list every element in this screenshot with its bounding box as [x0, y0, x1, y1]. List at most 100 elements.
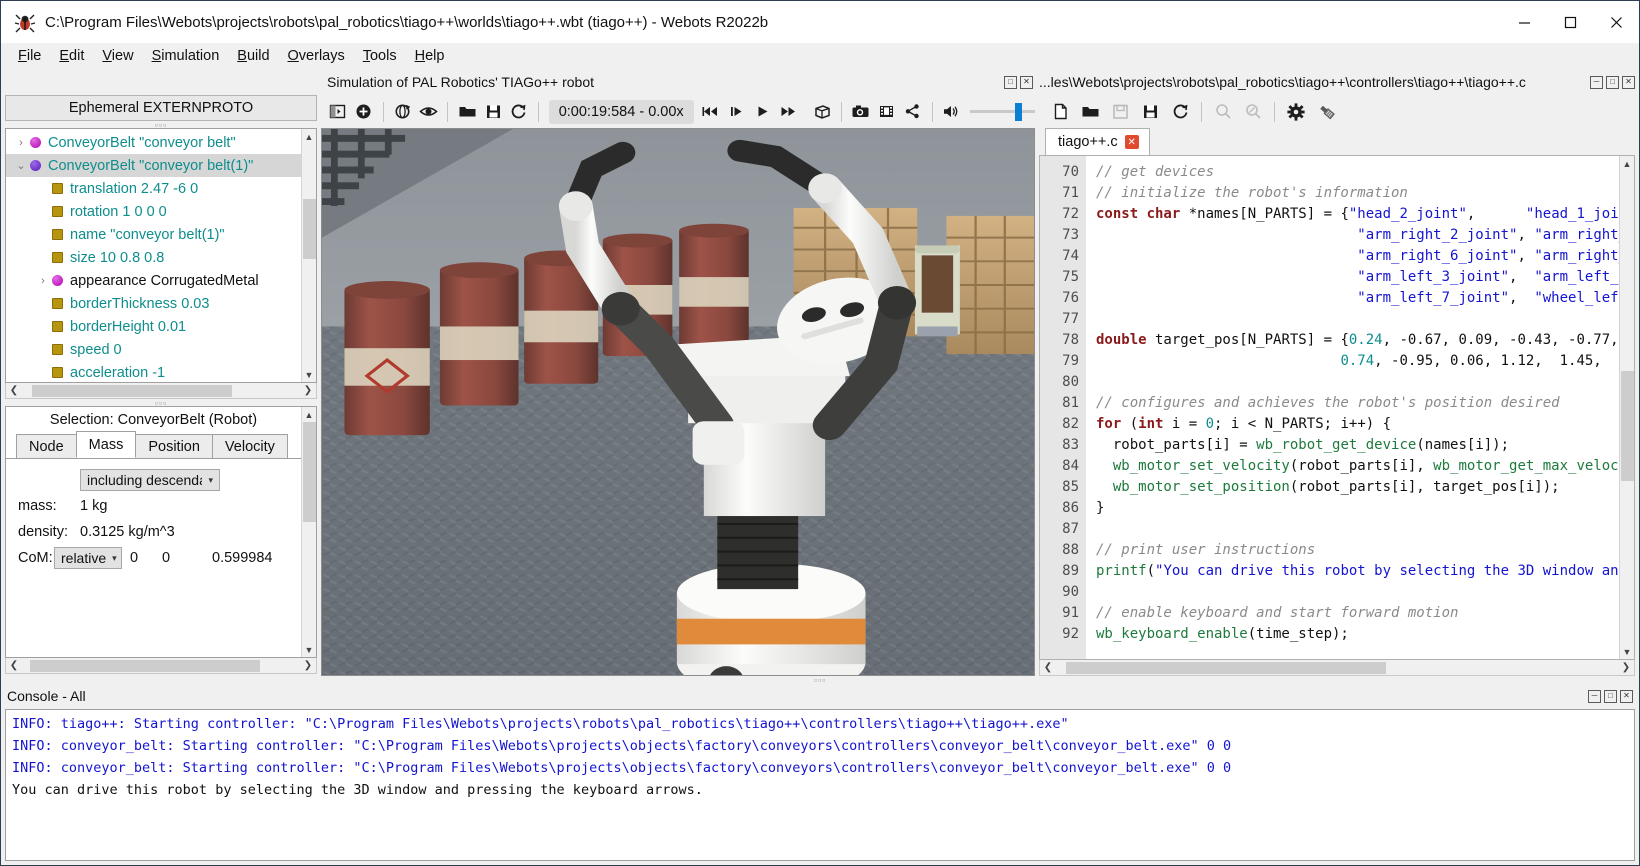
close-simulation-button[interactable]: ✕ — [1020, 75, 1033, 89]
tree-node[interactable]: ›borderHeight 0.01 — [6, 315, 301, 338]
scroll-left-icon[interactable]: ❮ — [6, 660, 22, 671]
new-file-icon[interactable] — [1045, 98, 1075, 126]
fast-forward-icon[interactable] — [775, 98, 801, 126]
minimize-editor-button[interactable]: ─ — [1590, 75, 1603, 89]
editor-vscrollbar[interactable]: ▲ ▼ — [1619, 156, 1634, 659]
menu-tools[interactable]: Tools — [354, 45, 406, 67]
splitter-grip-console[interactable]: ▫▫▫ — [1, 675, 1639, 685]
play-icon[interactable] — [749, 98, 775, 126]
selection-hscrollbar[interactable]: ❮ ❯ — [5, 658, 317, 674]
share-icon[interactable] — [900, 98, 926, 126]
sound-icon[interactable] — [938, 98, 964, 126]
chevron-right-icon[interactable]: › — [34, 275, 52, 287]
scroll-up-icon[interactable]: ▲ — [1620, 156, 1635, 171]
code-line[interactable] — [1096, 519, 1619, 540]
code-text[interactable]: // get devices// initialize the robot's … — [1086, 156, 1619, 659]
scene-tree-list[interactable]: › ConveyorBelt "conveyor belt" ⌄ ConveyorBe… — [6, 129, 301, 382]
menu-build[interactable]: Build — [228, 45, 278, 67]
scroll-left-icon[interactable]: ❮ — [1040, 662, 1056, 673]
tree-node[interactable]: ›name "conveyor belt(1)" — [6, 223, 301, 246]
settings-icon[interactable] — [1281, 98, 1311, 126]
volume-slider[interactable] — [970, 102, 1035, 122]
scroll-up-icon[interactable]: ▲ — [302, 129, 317, 144]
editor-hscroll-track[interactable] — [1056, 661, 1618, 675]
code-line[interactable]: wb_motor_set_position(robot_parts[i], ta… — [1096, 477, 1619, 498]
code-line[interactable]: // initialize the robot's information — [1096, 183, 1619, 204]
code-line[interactable]: printf("You can drive this robot by sele… — [1096, 561, 1619, 582]
editor-tab-tiago[interactable]: tiago++.c ✕ — [1045, 128, 1150, 155]
tree-node[interactable]: ›size 10 0.8 0.8 — [6, 246, 301, 269]
minimize-button[interactable] — [1501, 1, 1547, 43]
open-file-icon[interactable] — [1075, 98, 1105, 126]
step-icon[interactable] — [724, 98, 750, 126]
splitter-grip-selection[interactable]: ▫▫▫ — [1, 398, 321, 408]
camera-icon[interactable] — [848, 98, 874, 126]
tree-node[interactable]: ›acceleration -1 — [6, 361, 301, 382]
code-line[interactable]: // get devices — [1096, 162, 1619, 183]
scene-tree-vscrollbar[interactable]: ▲ ▼ — [301, 129, 316, 382]
scroll-down-icon[interactable]: ▼ — [1620, 644, 1635, 659]
render-icon[interactable] — [809, 98, 835, 126]
float-editor-button[interactable]: □ — [1606, 75, 1619, 89]
restore-viewpoint-icon[interactable] — [390, 98, 416, 126]
save-file-icon[interactable] — [1105, 98, 1135, 126]
reload-file-icon[interactable] — [1165, 98, 1195, 126]
scroll-right-icon[interactable]: ❯ — [1618, 662, 1634, 673]
code-line[interactable]: "arm_right_6_joint", "arm_right_ — [1096, 246, 1619, 267]
editor-vscroll-track[interactable] — [1620, 171, 1635, 644]
float-simulation-button[interactable]: □ — [1004, 75, 1017, 89]
menu-simulation[interactable]: Simulation — [143, 45, 229, 67]
save-world-icon[interactable] — [480, 98, 506, 126]
movie-icon[interactable] — [874, 98, 900, 126]
code-line[interactable]: 0.74, -0.95, 0.06, 1.12, 1.45, — [1096, 351, 1619, 372]
tree-node[interactable]: › ConveyorBelt "conveyor belt" — [6, 131, 301, 154]
code-line[interactable] — [1096, 582, 1619, 603]
find-icon[interactable] — [1208, 98, 1238, 126]
code-line[interactable] — [1096, 372, 1619, 393]
code-line[interactable]: for (int i = 0; i < N_PARTS; i++) { — [1096, 414, 1619, 435]
open-world-icon[interactable] — [454, 98, 480, 126]
scroll-right-icon[interactable]: ❯ — [300, 385, 316, 396]
code-line[interactable]: "arm_left_7_joint", "wheel_left — [1096, 288, 1619, 309]
tab-position[interactable]: Position — [135, 434, 213, 458]
code-line[interactable]: "arm_left_3_joint", "arm_left_4 — [1096, 267, 1619, 288]
scene-tree-hscroll-track[interactable] — [22, 384, 300, 398]
tab-velocity[interactable]: Velocity — [211, 434, 288, 458]
menu-file[interactable]: File — [9, 45, 50, 67]
code-line[interactable]: "arm_right_2_joint", "arm_right_ — [1096, 225, 1619, 246]
close-editor-button[interactable]: ✕ — [1622, 75, 1635, 89]
find-next-icon[interactable] — [1238, 98, 1268, 126]
code-editor[interactable]: 70 71 72 73 74 75 76 77 78 79 80 81 82 83 84 85 86 87 88 89… — [1039, 155, 1635, 660]
tree-node[interactable]: › appearance CorrugatedMetal — [6, 269, 301, 292]
tree-node[interactable]: ›translation 2.47 -6 0 — [6, 177, 301, 200]
clean-icon[interactable] — [1311, 98, 1341, 126]
tree-node[interactable]: ›rotation 1 0 0 0 — [6, 200, 301, 223]
menu-help[interactable]: Help — [406, 45, 454, 67]
console-output[interactable]: INFO: tiago++: Starting controller: "C:\… — [5, 709, 1635, 861]
scene-tree-vscroll-thumb[interactable] — [302, 199, 316, 259]
close-icon[interactable]: ✕ — [1124, 135, 1139, 149]
selection-vscroll-track[interactable] — [302, 422, 317, 642]
tree-node[interactable]: ›borderThickness 0.03 — [6, 292, 301, 315]
mass-scope-select[interactable]: including descenda ▾ — [80, 469, 220, 491]
code-line[interactable]: // enable keyboard and start forward mot… — [1096, 603, 1619, 624]
maximize-button[interactable] — [1547, 1, 1593, 43]
chevron-down-icon[interactable]: ⌄ — [12, 159, 30, 172]
scroll-right-icon[interactable]: ❯ — [300, 660, 316, 671]
code-line[interactable]: wb_motor_set_velocity(robot_parts[i], wb… — [1096, 456, 1619, 477]
selection-vscrollbar[interactable]: ▲ ▼ — [301, 407, 316, 657]
chevron-right-icon[interactable]: › — [12, 137, 30, 149]
sidebar-toggle-icon[interactable] — [325, 98, 351, 126]
reload-world-icon[interactable] — [506, 98, 532, 126]
com-frame-select[interactable]: relative ▾ — [54, 547, 122, 569]
selection-hscroll-track[interactable] — [22, 659, 300, 673]
editor-hscroll-thumb[interactable] — [1066, 661, 1386, 674]
code-line[interactable]: robot_parts[i] = wb_robot_get_device(nam… — [1096, 435, 1619, 456]
menu-overlays[interactable]: Overlays — [279, 45, 354, 67]
code-line[interactable]: wb_keyboard_enable(time_step); — [1096, 624, 1619, 645]
scene-tree-hscroll-thumb[interactable] — [32, 384, 232, 397]
code-line[interactable]: } — [1096, 498, 1619, 519]
editor-hscrollbar[interactable]: ❮ ❯ — [1039, 660, 1635, 676]
editor-vscroll-thumb[interactable] — [1620, 371, 1634, 481]
scroll-left-icon[interactable]: ❮ — [6, 385, 22, 396]
